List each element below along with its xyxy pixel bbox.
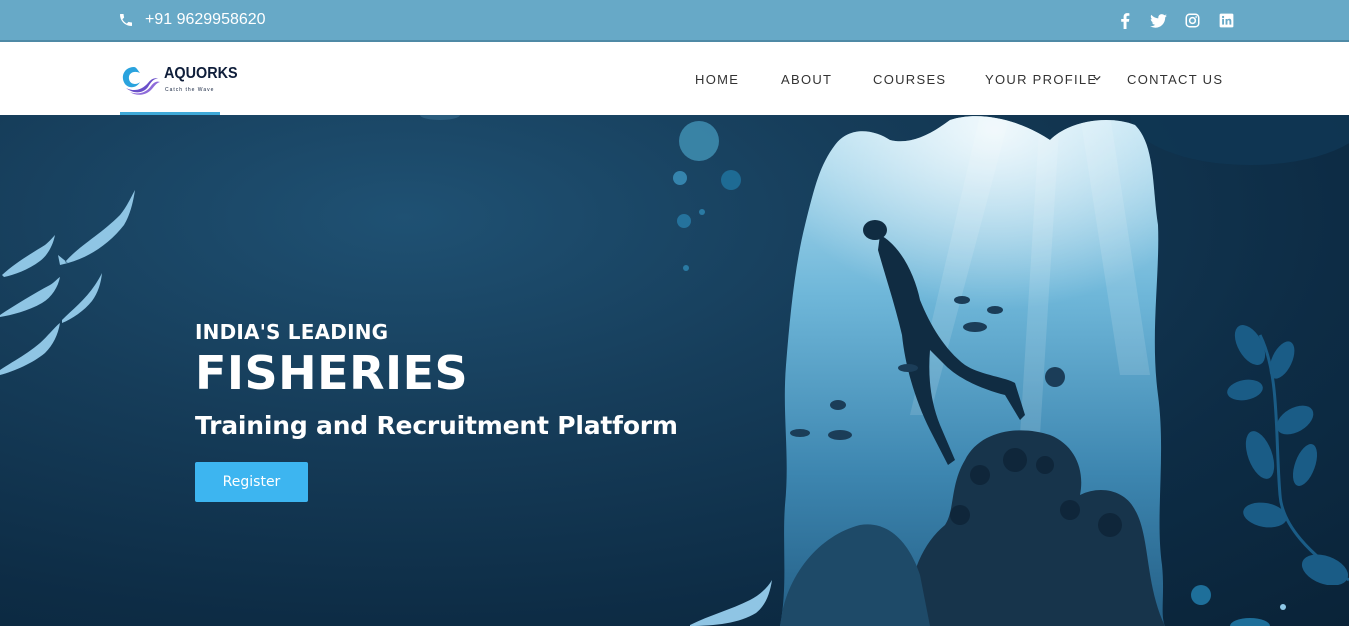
seaweed-icon [1227, 325, 1349, 585]
diver-image [780, 116, 1165, 626]
hero-eyebrow: INDIA'S LEADING [195, 320, 389, 344]
register-button[interactable]: Register [195, 462, 308, 502]
nav-home[interactable]: HOME [695, 72, 739, 87]
social-links [1116, 12, 1235, 29]
phone-number: +91 9629958620 [145, 11, 266, 28]
twitter-icon[interactable] [1150, 12, 1167, 29]
top-info-bar: +91 9629958620 [0, 0, 1349, 42]
nav-contact-us[interactable]: CONTACT US [1127, 72, 1223, 87]
facebook-icon[interactable] [1116, 12, 1133, 29]
hero-banner: INDIA'S LEADING FISHERIES Training and R… [0, 115, 1349, 626]
instagram-icon[interactable] [1184, 12, 1201, 29]
chevron-down-icon[interactable] [1093, 74, 1101, 82]
linkedin-icon[interactable] [1218, 12, 1235, 29]
main-navbar: AQUORKS Catch the Wave HOME ABOUT COURSE… [0, 43, 1349, 115]
nav-about[interactable]: ABOUT [781, 72, 832, 87]
nav-your-profile[interactable]: YOUR PROFILE [985, 72, 1097, 87]
nav-courses[interactable]: COURSES [873, 72, 946, 87]
phone-contact[interactable]: +91 9629958620 [118, 11, 266, 29]
hero-subline: Training and Recruitment Platform [195, 411, 678, 440]
nav-menu: HOME ABOUT COURSES YOUR PROFILE CONTACT … [0, 72, 1349, 92]
phone-icon [118, 12, 134, 28]
hero-headline: FISHERIES [195, 346, 469, 400]
fish-school-icon [0, 190, 135, 375]
fish-bottom-icon [690, 580, 772, 626]
